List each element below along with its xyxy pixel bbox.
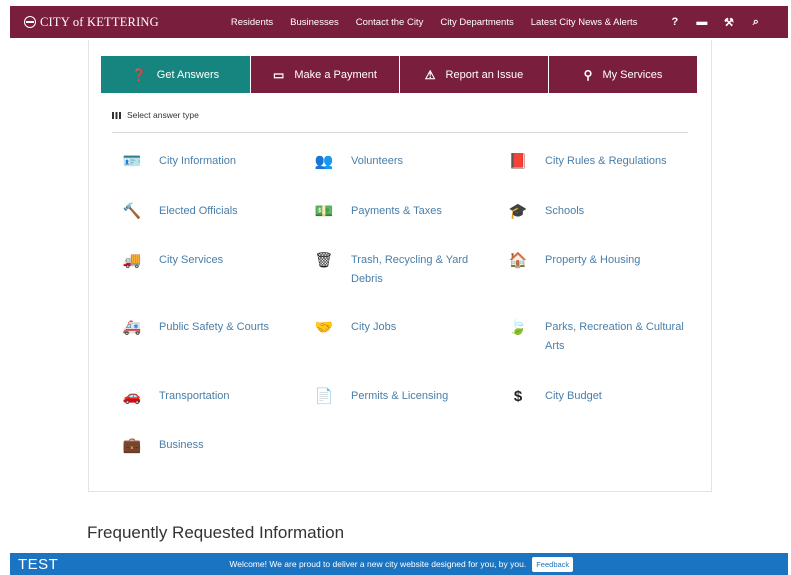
category-label: Parks, Recreation & Cultural Arts — [545, 321, 684, 352]
gavel-icon: 🔨 — [122, 202, 142, 220]
leaf-icon: 🍃 — [508, 318, 528, 336]
divider — [112, 132, 688, 133]
category-label: City Information — [159, 155, 237, 167]
home-icon: 🏠 — [508, 251, 528, 269]
logo-globe-icon — [24, 16, 36, 28]
main-nav: Residents Businesses Contact the City Ci… — [231, 17, 654, 28]
book-icon: 📕 — [508, 152, 528, 170]
faq-heading: Frequently Requested Information — [87, 523, 345, 542]
category-label: Trash, Recycling & Yard Debris — [351, 254, 469, 285]
welcome-message: Welcome! We are proud to deliver a new c… — [229, 559, 527, 569]
category-label: City Services — [159, 254, 224, 266]
id-card-icon: 🪪 — [122, 152, 142, 170]
header-tools: ? ▬ ⚒ ⌕ — [661, 16, 769, 29]
document-icon: 📄 — [314, 387, 334, 405]
help-icon[interactable]: ? — [661, 16, 688, 29]
top-navigation-bar: CITY of KETTERING Residents Businesses C… — [10, 6, 788, 38]
search-icon[interactable]: ⌕ — [742, 16, 769, 29]
tab-my-services[interactable]: ⚲ My Services — [548, 56, 697, 93]
tab-label: Make a Payment — [294, 68, 377, 81]
select-answer-type: Select answer type — [112, 110, 199, 120]
map-pin-icon: ⚲ — [583, 67, 593, 82]
category-label: Business — [159, 439, 204, 451]
category-label: City Rules & Regulations — [545, 155, 667, 167]
trash-icon: 🗑 — [314, 251, 334, 269]
city-logo[interactable]: CITY of KETTERING — [24, 15, 159, 30]
category-label: Transportation — [159, 390, 230, 402]
nav-businesses[interactable]: Businesses — [290, 17, 339, 28]
test-label: TEST — [18, 555, 59, 573]
logo-text: CITY of KETTERING — [40, 14, 159, 29]
wrench-icon[interactable]: ⚒ — [715, 16, 742, 29]
tab-report-issue[interactable]: ⚠ Report an Issue — [399, 56, 548, 93]
category-public-safety[interactable]: 🚑 Public Safety & Courts — [121, 318, 299, 337]
nav-news-alerts[interactable]: Latest City News & Alerts — [531, 17, 638, 28]
footer-bar: TEST Welcome! We are proud to deliver a … — [10, 553, 788, 575]
category-volunteers[interactable]: 👥 Volunteers — [313, 152, 491, 171]
category-city-information[interactable]: 🪪 City Information — [121, 152, 299, 171]
money-icon: 💵 — [314, 202, 334, 220]
category-schools[interactable]: 🎓 Schools — [507, 202, 685, 221]
nav-residents[interactable]: Residents — [231, 17, 273, 28]
card-icon[interactable]: ▬ — [688, 16, 715, 29]
category-trash-recycling[interactable]: 🗑 Trash, Recycling & Yard Debris — [313, 251, 491, 289]
category-label: City Jobs — [351, 321, 397, 333]
warning-icon: ⚠ — [424, 67, 436, 82]
feedback-button[interactable]: Feedback — [532, 556, 574, 572]
graduation-cap-icon: 🎓 — [508, 202, 528, 220]
category-label: Payments & Taxes — [351, 205, 442, 217]
question-circle-icon: ❓ — [131, 67, 147, 82]
handshake-icon: 🤝 — [314, 318, 334, 336]
category-label: Volunteers — [351, 155, 403, 167]
tab-get-answers[interactable]: ❓ Get Answers — [101, 56, 250, 93]
category-parks-recreation[interactable]: 🍃 Parks, Recreation & Cultural Arts — [507, 318, 685, 356]
category-property-housing[interactable]: 🏠 Property & Housing — [507, 251, 685, 270]
category-label: Elected Officials — [159, 205, 238, 217]
grid-icon — [112, 111, 121, 119]
tab-make-payment[interactable]: ▭ Make a Payment — [250, 56, 399, 93]
category-payments-taxes[interactable]: 💵 Payments & Taxes — [313, 202, 491, 221]
credit-card-icon: ▭ — [273, 67, 285, 82]
dollar-icon: $ — [513, 387, 523, 405]
category-label: Schools — [545, 205, 585, 217]
category-business[interactable]: 💼 Business — [121, 436, 299, 455]
tab-label: My Services — [602, 68, 663, 81]
category-label: City Budget — [545, 390, 602, 402]
nav-contact[interactable]: Contact the City — [356, 17, 424, 28]
select-label: Select answer type — [127, 110, 199, 120]
category-elected-officials[interactable]: 🔨 Elected Officials — [121, 202, 299, 221]
category-city-services[interactable]: 🚚 City Services — [121, 251, 299, 270]
category-city-jobs[interactable]: 🤝 City Jobs — [313, 318, 491, 337]
tab-label: Report an Issue — [445, 68, 524, 81]
category-label: Public Safety & Courts — [159, 321, 270, 333]
ambulance-icon: 🚑 — [122, 318, 142, 336]
car-icon: 🚗 — [122, 387, 142, 405]
tab-label: Get Answers — [156, 68, 220, 81]
truck-icon: 🚚 — [122, 251, 142, 269]
category-city-budget[interactable]: $ City Budget — [507, 387, 685, 406]
category-permits-licensing[interactable]: 📄 Permits & Licensing — [313, 387, 491, 406]
category-transportation[interactable]: 🚗 Transportation — [121, 387, 299, 406]
briefcase-icon: 💼 — [122, 436, 142, 454]
category-label: Permits & Licensing — [351, 390, 449, 402]
category-city-rules[interactable]: 📕 City Rules & Regulations — [507, 152, 685, 171]
nav-departments[interactable]: City Departments — [440, 17, 513, 28]
service-tabs: ❓ Get Answers ▭ Make a Payment ⚠ Report … — [101, 56, 697, 93]
users-icon: 👥 — [314, 152, 334, 170]
category-label: Property & Housing — [545, 254, 641, 266]
